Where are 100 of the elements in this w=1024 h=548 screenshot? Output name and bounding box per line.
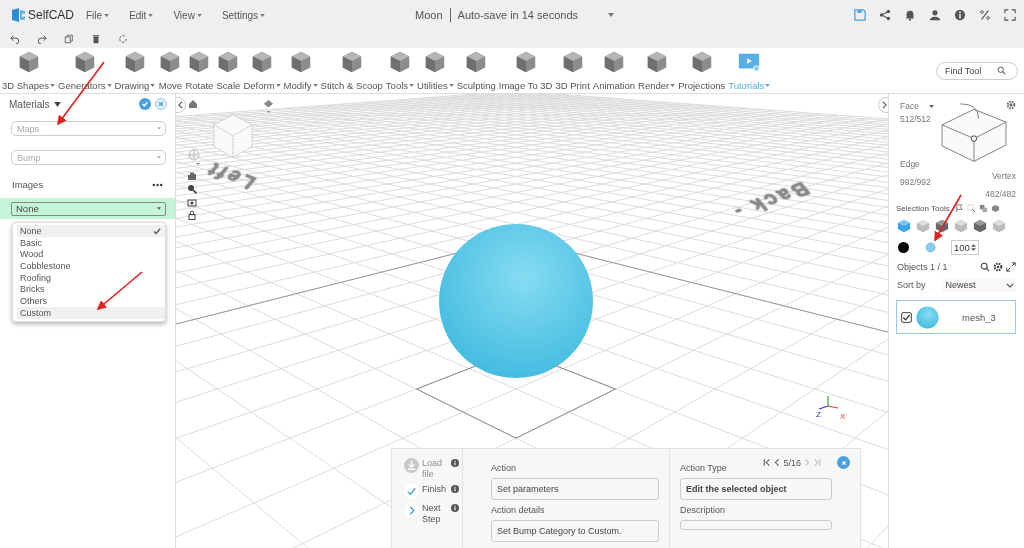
- close-button[interactable]: [837, 456, 850, 469]
- close-button[interactable]: [155, 98, 167, 110]
- page-counter: 5/16: [783, 457, 801, 468]
- toolbar-button[interactable]: Stitch & Scoop: [320, 50, 383, 91]
- dropdown-option[interactable]: Bricks: [17, 283, 165, 296]
- info-icon[interactable]: [451, 504, 459, 512]
- camera-icon[interactable]: [187, 197, 197, 207]
- redo-icon[interactable]: [37, 34, 47, 44]
- app-name: SelfCAD: [28, 8, 74, 22]
- autosave-status: Auto-save in 14 seconds: [457, 9, 578, 21]
- field-label: Action details: [491, 505, 546, 515]
- info-icon[interactable]: [954, 9, 966, 21]
- caret-icon: [765, 84, 771, 87]
- expand-icon[interactable]: [1006, 262, 1016, 272]
- cube-icon: [992, 219, 1006, 233]
- cursor-icon[interactable]: [966, 204, 976, 213]
- settings-icon[interactable]: [993, 262, 1003, 272]
- collapse-left-button[interactable]: [176, 97, 186, 113]
- camera-gizmo-icon[interactable]: [263, 99, 274, 114]
- field-label: Action Type: [680, 463, 728, 473]
- menu-item[interactable]: File: [86, 9, 103, 21]
- toolbar-button[interactable]: Render: [638, 50, 676, 91]
- vertex-count: 482/482: [985, 189, 1016, 199]
- toolbar-button[interactable]: Utilities: [417, 50, 454, 91]
- step-button[interactable]: Finish: [422, 484, 448, 495]
- toolbar-button[interactable]: 3D Shapes: [2, 50, 55, 91]
- chevron-icon: [1006, 282, 1014, 288]
- menu-item[interactable]: Edit: [129, 9, 147, 21]
- trash-icon[interactable]: [91, 34, 101, 44]
- fullscreen-icon[interactable]: [1004, 9, 1016, 21]
- bump-dropdown[interactable]: Bump: [11, 150, 166, 165]
- user-icon[interactable]: [929, 9, 941, 21]
- face-label[interactable]: Face: [900, 101, 919, 111]
- chevron-icon: [881, 101, 887, 109]
- cubes-icon[interactable]: [978, 204, 988, 213]
- dropdown-option[interactable]: Others: [17, 295, 165, 307]
- images-select[interactable]: None: [11, 201, 166, 216]
- checkbox[interactable]: [901, 311, 912, 323]
- panel-title: Materials: [9, 98, 50, 110]
- confirm-button[interactable]: [139, 98, 151, 110]
- toolbar-button[interactable]: Move: [158, 50, 183, 91]
- toolbar-button[interactable]: Modify: [283, 50, 318, 91]
- check-icon: [153, 226, 161, 235]
- caret-icon: [670, 84, 676, 87]
- copy-icon[interactable]: [64, 34, 74, 44]
- hand-icon[interactable]: [187, 171, 197, 181]
- caret-icon[interactable]: [53, 101, 61, 107]
- share-icon[interactable]: [879, 9, 891, 21]
- refresh-icon[interactable]: [118, 34, 128, 44]
- flag-icon[interactable]: [954, 204, 964, 213]
- menu-item[interactable]: View: [173, 9, 195, 21]
- first-page-icon[interactable]: [763, 458, 772, 467]
- toolbar-button[interactable]: Rotate: [185, 50, 214, 91]
- info-icon[interactable]: [451, 485, 459, 493]
- dropdown-option[interactable]: Basic: [17, 236, 165, 249]
- toolbar-button[interactable]: Animation: [592, 50, 636, 91]
- search-icon[interactable]: [980, 262, 990, 272]
- cube-icon[interactable]: [990, 204, 1000, 213]
- toolbar-button[interactable]: 3D Print: [555, 50, 590, 91]
- toolbar-button[interactable]: Projections: [678, 50, 726, 91]
- toolbar-button[interactable]: Scale: [216, 50, 241, 91]
- field-label: Description: [680, 505, 727, 515]
- info-icon[interactable]: [451, 459, 459, 467]
- menu-item[interactable]: Settings: [221, 9, 258, 21]
- more-icon[interactable]: [152, 182, 163, 187]
- selection-mode-button[interactable]: [973, 219, 987, 233]
- cube-icon: [973, 219, 987, 233]
- zoom-icon[interactable]: [187, 184, 197, 194]
- settings-icon[interactable]: [1006, 100, 1016, 110]
- dropdown-option[interactable]: None: [17, 225, 165, 237]
- size-spinner[interactable]: 100: [951, 240, 979, 255]
- dropdown-option[interactable]: Roofing: [17, 271, 165, 284]
- dropdown-option[interactable]: Custom: [17, 306, 165, 319]
- selection-mode-button[interactable]: [935, 219, 949, 233]
- dropdown-option[interactable]: Wood: [17, 248, 165, 261]
- find-tool-input[interactable]: Find Tool: [945, 65, 997, 76]
- selection-mode-button[interactable]: [897, 219, 911, 233]
- undo-icon[interactable]: [10, 34, 20, 44]
- object-list-item[interactable]: mesh_3: [896, 300, 1016, 334]
- color-swatch[interactable]: [898, 242, 909, 253]
- home-icon[interactable]: [188, 99, 198, 109]
- caret-icon: [448, 84, 454, 87]
- toolbar-button[interactable]: Image To 3D: [498, 50, 553, 91]
- dropdown-option[interactable]: Cobblestone: [17, 260, 165, 272]
- bell-icon[interactable]: [904, 9, 916, 21]
- search-icon[interactable]: [997, 66, 1006, 75]
- toolbar-button[interactable]: Tools: [385, 50, 415, 91]
- percent-icon[interactable]: [979, 9, 991, 21]
- sphere-thumbnail: [916, 305, 939, 329]
- previous-page-icon[interactable]: [773, 458, 782, 467]
- toolbar-button[interactable]: Sculpting: [456, 50, 496, 91]
- toolbar-button[interactable]: Drawing: [114, 50, 156, 91]
- sort-dropdown[interactable]: Newest: [941, 278, 1016, 292]
- collapse-right-button[interactable]: [878, 97, 888, 113]
- toolbar-button[interactable]: Deform: [243, 50, 281, 91]
- lock-icon[interactable]: [187, 210, 197, 220]
- maps-dropdown[interactable]: Maps: [11, 121, 166, 136]
- step-button[interactable]: Next Step: [422, 503, 448, 525]
- caret-icon[interactable]: [928, 104, 934, 108]
- stepper-arrows-icon[interactable]: [970, 243, 976, 252]
